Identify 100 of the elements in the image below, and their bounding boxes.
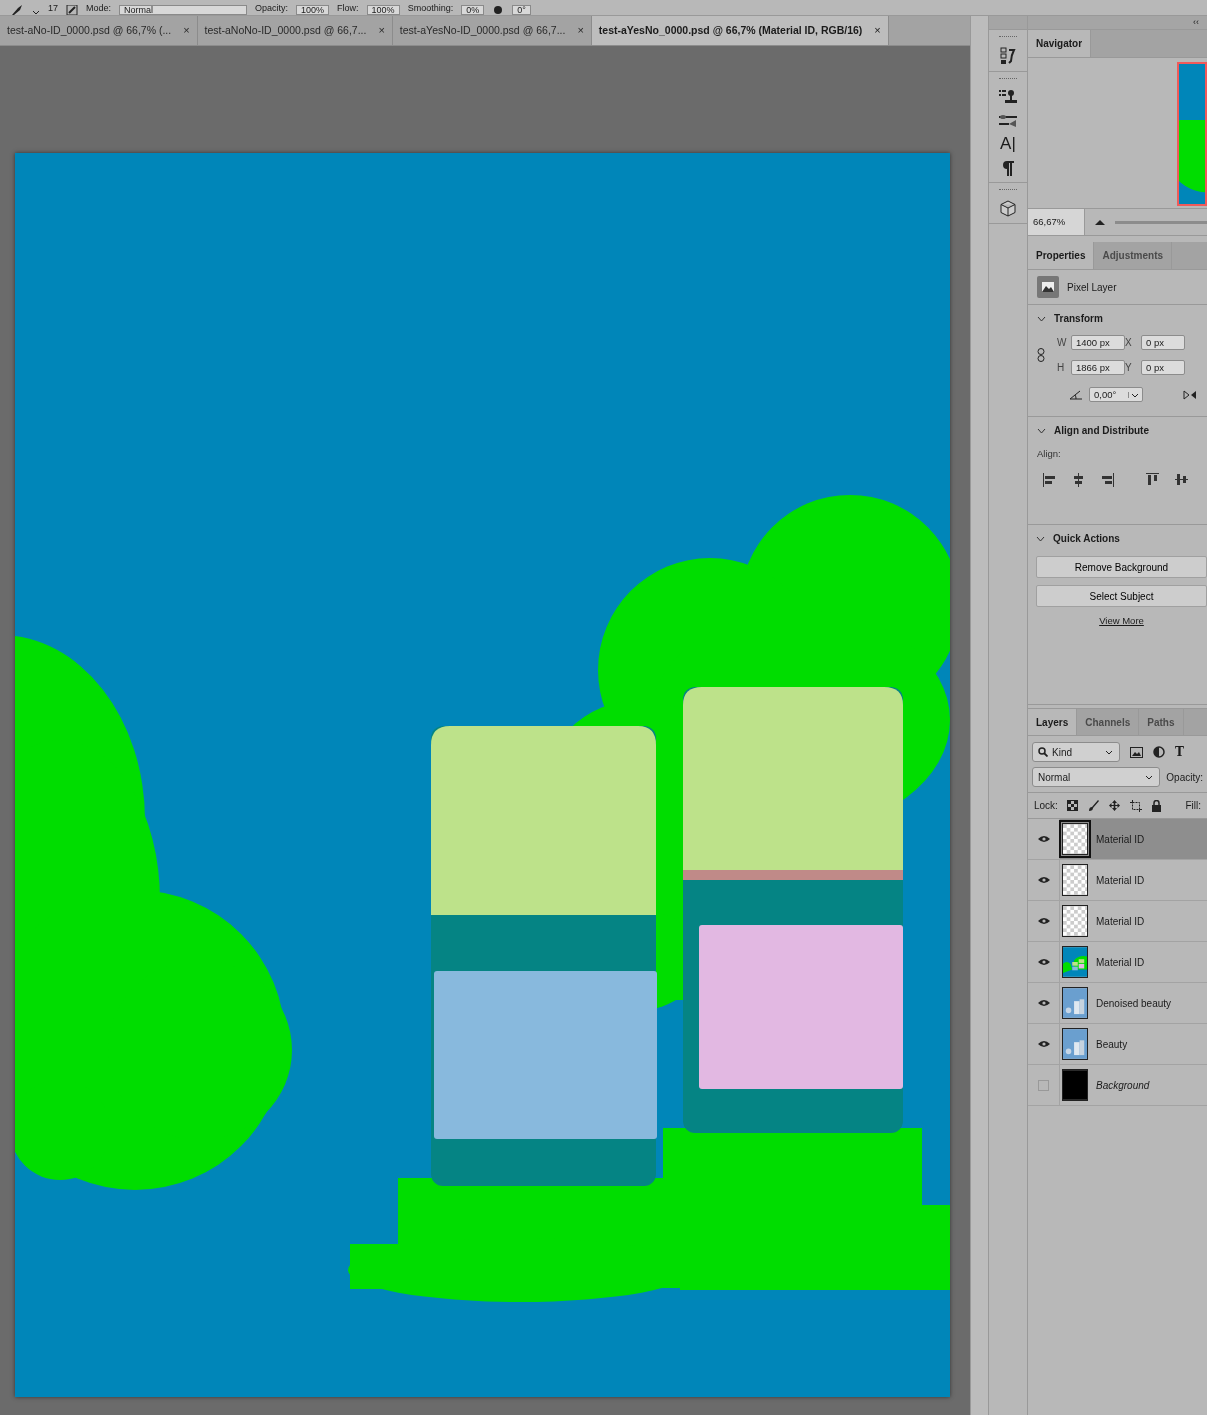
caret-icon[interactable] xyxy=(1105,749,1114,755)
brush-panel-icon[interactable] xyxy=(66,5,78,15)
layer-row[interactable]: Material ID xyxy=(1028,860,1207,901)
panel-tab[interactable]: Paths xyxy=(1139,709,1184,735)
layer-thumbnail xyxy=(1062,864,1088,896)
section-title: Quick Actions xyxy=(1053,532,1120,546)
layer-row[interactable]: Background xyxy=(1028,1065,1207,1106)
lock-pixels-icon[interactable] xyxy=(1066,799,1079,812)
document-tab[interactable]: test-aNo-ID_0000.psd @ 66,7% (... × xyxy=(0,16,198,45)
document-tab[interactable]: test-aNoNo-ID_0000.psd @ 66,7... × xyxy=(197,16,393,45)
layer-row[interactable]: Beauty xyxy=(1028,1024,1207,1065)
align-left-icon[interactable] xyxy=(1043,473,1056,488)
close-icon[interactable]: × xyxy=(874,22,881,39)
align-center-icon[interactable] xyxy=(1072,473,1085,488)
opacity-field[interactable]: 100% xyxy=(296,5,330,15)
zoom-field[interactable]: 66,67% xyxy=(1028,209,1085,235)
layer-thumbnail xyxy=(1062,823,1088,855)
close-icon[interactable]: × xyxy=(577,22,584,39)
eye-icon[interactable] xyxy=(1037,876,1050,884)
layer-thumbnail xyxy=(1062,1069,1088,1101)
blend-mode-label: Normal xyxy=(1038,770,1071,785)
paragraph-icon[interactable] xyxy=(1002,160,1014,176)
panel-tab[interactable]: Layers xyxy=(1028,709,1078,735)
eye-icon[interactable] xyxy=(1037,835,1050,843)
chevron-icon[interactable] xyxy=(1037,427,1046,434)
blend-mode-dropdown[interactable]: Normal xyxy=(1032,767,1161,787)
move-icon[interactable] xyxy=(1108,799,1121,812)
layer-row[interactable]: Denoised beauty xyxy=(1028,983,1207,1024)
visibility-checkbox[interactable] xyxy=(1038,1079,1049,1091)
layer-name: Beauty xyxy=(1096,1037,1128,1052)
layer-row[interactable]: Material ID xyxy=(1028,942,1207,983)
smoothing-field[interactable]: 0% xyxy=(461,5,485,15)
clone-source-icon[interactable] xyxy=(999,89,1017,105)
angle-field[interactable]: 0,00° xyxy=(1089,387,1143,402)
layer-type-label: Pixel Layer xyxy=(1067,280,1117,295)
lock-label: Lock: xyxy=(1034,799,1058,813)
image-icon xyxy=(1037,276,1059,298)
chevron-icon[interactable] xyxy=(1036,535,1045,542)
layer-name: Background xyxy=(1096,1078,1150,1093)
cube-icon[interactable] xyxy=(1000,200,1016,217)
layer-row[interactable]: Material ID xyxy=(1028,901,1207,942)
panel-tab[interactable]: Properties xyxy=(1028,242,1095,269)
quick-action-button[interactable]: Select Subject xyxy=(1036,585,1207,607)
lock-icon[interactable] xyxy=(1150,799,1163,812)
mode-dropdown[interactable]: Normal xyxy=(119,5,248,15)
panel-tab[interactable]: Adjustments xyxy=(1094,242,1173,269)
crop-icon[interactable] xyxy=(1129,799,1142,812)
layer-thumbnail xyxy=(1062,946,1088,978)
dimension-field[interactable]: 0 px xyxy=(1141,360,1185,375)
align-right-icon[interactable] xyxy=(1101,473,1114,488)
document-tab[interactable]: test-aYesNo-ID_0000.psd @ 66,7... × xyxy=(392,16,592,45)
angle-value: 0,00° xyxy=(1094,388,1117,401)
type-filter-icon[interactable]: T xyxy=(1175,746,1184,758)
search-icon xyxy=(1038,747,1048,757)
close-icon[interactable]: × xyxy=(183,22,190,39)
eye-icon[interactable] xyxy=(1037,999,1050,1007)
eye-icon[interactable] xyxy=(1037,917,1050,925)
brush-settings-icon[interactable] xyxy=(999,113,1017,127)
dimension-field[interactable]: 0 px xyxy=(1141,335,1185,350)
align-top-icon[interactable] xyxy=(1146,473,1159,488)
layer-thumbnail xyxy=(1062,905,1088,937)
history-icon[interactable] xyxy=(1000,47,1016,65)
caret-icon[interactable] xyxy=(32,9,40,15)
panel-tab[interactable]: Navigator xyxy=(1028,30,1092,57)
brush-icon[interactable] xyxy=(1087,799,1100,812)
close-icon[interactable]: × xyxy=(378,22,385,39)
tab-label: test-aNoNo-ID_0000.psd @ 66,7... xyxy=(204,22,367,38)
flow-field[interactable]: 100% xyxy=(366,5,400,15)
brush-size[interactable]: 17 xyxy=(48,1,58,15)
align-label: Align: xyxy=(1037,447,1062,461)
caret-icon[interactable] xyxy=(1145,774,1155,780)
zoom-out-icon[interactable] xyxy=(1095,219,1105,225)
tab-label: test-aYesNo-ID_0000.psd @ 66,7... xyxy=(399,22,566,38)
image-filter-icon[interactable] xyxy=(1130,746,1143,758)
quick-action-button[interactable]: Remove Background xyxy=(1036,556,1207,578)
section-title: Transform xyxy=(1054,312,1103,326)
document-tab[interactable]: test-aYesNo_0000.psd @ 66,7% (Material ID, RGB/16) × xyxy=(591,16,889,45)
flow-label: Flow: xyxy=(337,1,359,15)
scroll-bar[interactable] xyxy=(970,16,988,1415)
smoothing-label: Smoothing: xyxy=(407,1,454,15)
adjustment-filter-icon[interactable] xyxy=(1153,746,1165,758)
link-icon[interactable] xyxy=(1037,348,1045,362)
dimension-field[interactable]: 1400 px xyxy=(1071,335,1125,350)
field-label: Y xyxy=(1125,361,1133,375)
filter-label: Kind xyxy=(1052,745,1072,760)
angle-field[interactable]: 0° xyxy=(512,5,531,15)
filter-dropdown[interactable]: Kind xyxy=(1032,742,1120,762)
eye-icon[interactable] xyxy=(1037,1040,1050,1048)
view-more-link[interactable]: View More xyxy=(1099,615,1144,626)
flip-icon[interactable] xyxy=(1183,389,1197,400)
panel-tab[interactable]: Channels xyxy=(1077,709,1140,735)
chevron-icon[interactable] xyxy=(1037,315,1046,322)
field-label: W xyxy=(1057,336,1068,350)
align-middle-icon[interactable] xyxy=(1175,473,1188,488)
dimension-field[interactable]: 1866 px xyxy=(1071,360,1125,375)
collapse-button[interactable]: ‹‹ xyxy=(1193,16,1207,29)
opacity-label: Opacity: xyxy=(1166,770,1203,785)
field-label: X xyxy=(1125,336,1133,350)
character-icon[interactable]: A| xyxy=(1000,135,1016,152)
eye-icon[interactable] xyxy=(1037,958,1050,966)
